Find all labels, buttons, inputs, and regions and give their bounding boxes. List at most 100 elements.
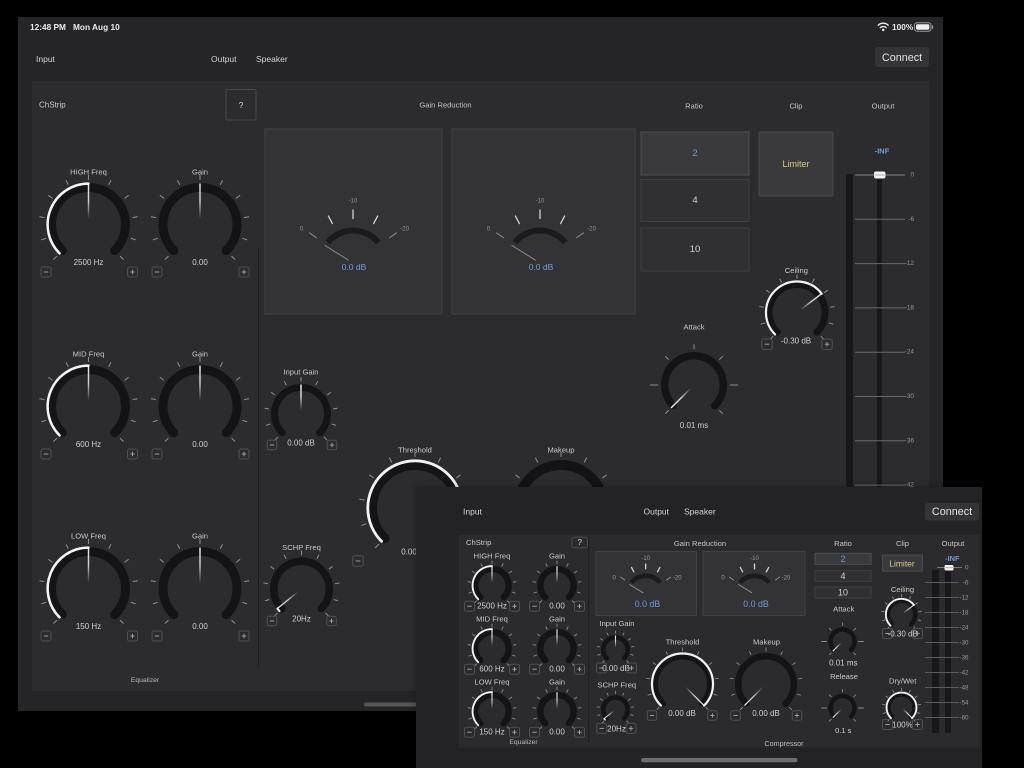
svg-text:0.0 dB: 0.0 dB [743, 599, 769, 609]
svg-text:12:48 PM: 12:48 PM [30, 22, 66, 32]
svg-text:2500 Hz: 2500 Hz [74, 258, 104, 267]
svg-text:Equalizer: Equalizer [131, 677, 160, 684]
svg-text:Output: Output [211, 54, 237, 64]
svg-text:100%: 100% [892, 22, 914, 32]
svg-text:600 Hz: 600 Hz [479, 664, 504, 673]
svg-text:Gain: Gain [549, 615, 565, 624]
svg-text:?: ? [577, 538, 582, 547]
svg-text:-20: -20 [673, 575, 682, 581]
svg-text:Gain Reduction: Gain Reduction [674, 539, 726, 548]
svg-text:10: 10 [838, 588, 848, 598]
svg-text:0.00 dB: 0.00 dB [668, 709, 696, 718]
svg-text:Ceiling: Ceiling [785, 266, 808, 275]
svg-text:Ratio: Ratio [834, 539, 852, 548]
svg-text:2: 2 [692, 148, 697, 159]
svg-text:Input: Input [463, 507, 483, 517]
svg-text:Output: Output [644, 507, 670, 517]
svg-text:-42: -42 [960, 669, 970, 676]
svg-text:-18: -18 [905, 304, 915, 311]
svg-text:2500 Hz: 2500 Hz [477, 601, 507, 610]
svg-text:SCHP Freq: SCHP Freq [597, 681, 636, 690]
svg-text:0.00: 0.00 [192, 622, 208, 631]
svg-text:-10: -10 [536, 199, 545, 205]
svg-text:0.00: 0.00 [549, 664, 565, 673]
svg-text:Speaker: Speaker [256, 54, 288, 64]
svg-text:Mon Aug 10: Mon Aug 10 [73, 22, 120, 32]
svg-text:20Hz: 20Hz [292, 615, 311, 624]
svg-text:ChStrip: ChStrip [39, 101, 66, 110]
svg-text:-10: -10 [750, 556, 759, 562]
svg-text:-24: -24 [905, 349, 915, 356]
svg-text:-12: -12 [960, 594, 970, 601]
svg-text:-INF: -INF [875, 147, 890, 156]
svg-text:0.01 ms: 0.01 ms [829, 658, 857, 667]
svg-text:-10: -10 [349, 199, 358, 205]
svg-text:-30: -30 [905, 393, 915, 400]
svg-text:Clip: Clip [896, 539, 909, 548]
svg-text:-54: -54 [960, 699, 970, 706]
svg-text:0.00 dB: 0.00 dB [287, 439, 315, 448]
svg-text:Gain Reduction: Gain Reduction [419, 101, 471, 110]
svg-text:0.00: 0.00 [549, 727, 565, 736]
svg-text:150 Hz: 150 Hz [76, 622, 101, 631]
svg-text:0.01 ms: 0.01 ms [680, 421, 708, 430]
svg-text:-24: -24 [960, 624, 970, 631]
svg-text:?: ? [239, 100, 244, 110]
svg-text:Input Gain: Input Gain [599, 619, 634, 628]
svg-text:Clip: Clip [789, 102, 802, 111]
svg-text:0.00 dB: 0.00 dB [752, 709, 780, 718]
svg-text:HIGH Freq: HIGH Freq [474, 552, 511, 561]
svg-text:0.0 dB: 0.0 dB [635, 599, 661, 609]
svg-text:MID Freq: MID Freq [476, 615, 508, 624]
svg-text:0.00: 0.00 [192, 440, 208, 449]
svg-text:0.0 dB: 0.0 dB [342, 262, 367, 272]
svg-text:Dry/Wet: Dry/Wet [889, 676, 917, 685]
svg-text:Gain: Gain [549, 678, 565, 687]
svg-text:Connect: Connect [882, 52, 922, 64]
svg-text:4: 4 [840, 571, 845, 581]
svg-text:Makeup: Makeup [753, 638, 780, 647]
svg-text:0.1 s: 0.1 s [835, 726, 852, 735]
svg-text:Attack: Attack [683, 323, 704, 332]
svg-text:-0.30 dB: -0.30 dB [888, 630, 918, 639]
svg-text:600 Hz: 600 Hz [76, 440, 101, 449]
svg-text:-12: -12 [905, 260, 915, 267]
svg-text:Limiter: Limiter [782, 159, 809, 169]
svg-text:0: 0 [965, 564, 969, 571]
svg-text:Input Gain: Input Gain [283, 368, 318, 377]
svg-text:-6: -6 [963, 579, 969, 586]
svg-text:-INF: -INF [945, 554, 960, 563]
svg-text:-20: -20 [587, 227, 596, 233]
svg-text:2: 2 [840, 554, 845, 564]
svg-text:100%: 100% [892, 721, 912, 730]
svg-text:-10: -10 [641, 556, 650, 562]
svg-text:-20: -20 [782, 575, 791, 581]
svg-text:0.00 dB: 0.00 dB [602, 664, 630, 673]
svg-text:-60: -60 [960, 714, 970, 721]
svg-text:Output: Output [942, 539, 966, 548]
svg-text:Equalizer: Equalizer [509, 739, 538, 746]
svg-text:Connect: Connect [932, 506, 972, 518]
svg-text:-30: -30 [960, 639, 970, 646]
svg-text:0.0 dB: 0.0 dB [529, 262, 554, 272]
svg-text:-20: -20 [400, 227, 409, 233]
svg-text:4: 4 [692, 195, 697, 206]
svg-text:-0.30 dB: -0.30 dB [781, 337, 811, 346]
svg-text:Attack: Attack [833, 605, 854, 614]
svg-text:0: 0 [910, 172, 914, 179]
svg-text:Speaker: Speaker [684, 507, 716, 517]
svg-text:150 Hz: 150 Hz [479, 727, 504, 736]
svg-text:-48: -48 [960, 684, 970, 691]
svg-text:0.00: 0.00 [549, 601, 565, 610]
svg-text:Threshold: Threshold [666, 638, 700, 647]
svg-text:Compressor: Compressor [764, 739, 804, 748]
svg-text:10: 10 [690, 244, 701, 255]
svg-text:Release: Release [830, 672, 858, 681]
svg-text:0.00: 0.00 [192, 258, 208, 267]
svg-text:Input: Input [36, 54, 56, 64]
svg-text:Output: Output [872, 102, 896, 111]
svg-text:-6: -6 [908, 216, 914, 223]
svg-text:ChStrip: ChStrip [466, 538, 491, 547]
svg-text:-36: -36 [960, 654, 970, 661]
svg-text:Ratio: Ratio [685, 102, 703, 111]
